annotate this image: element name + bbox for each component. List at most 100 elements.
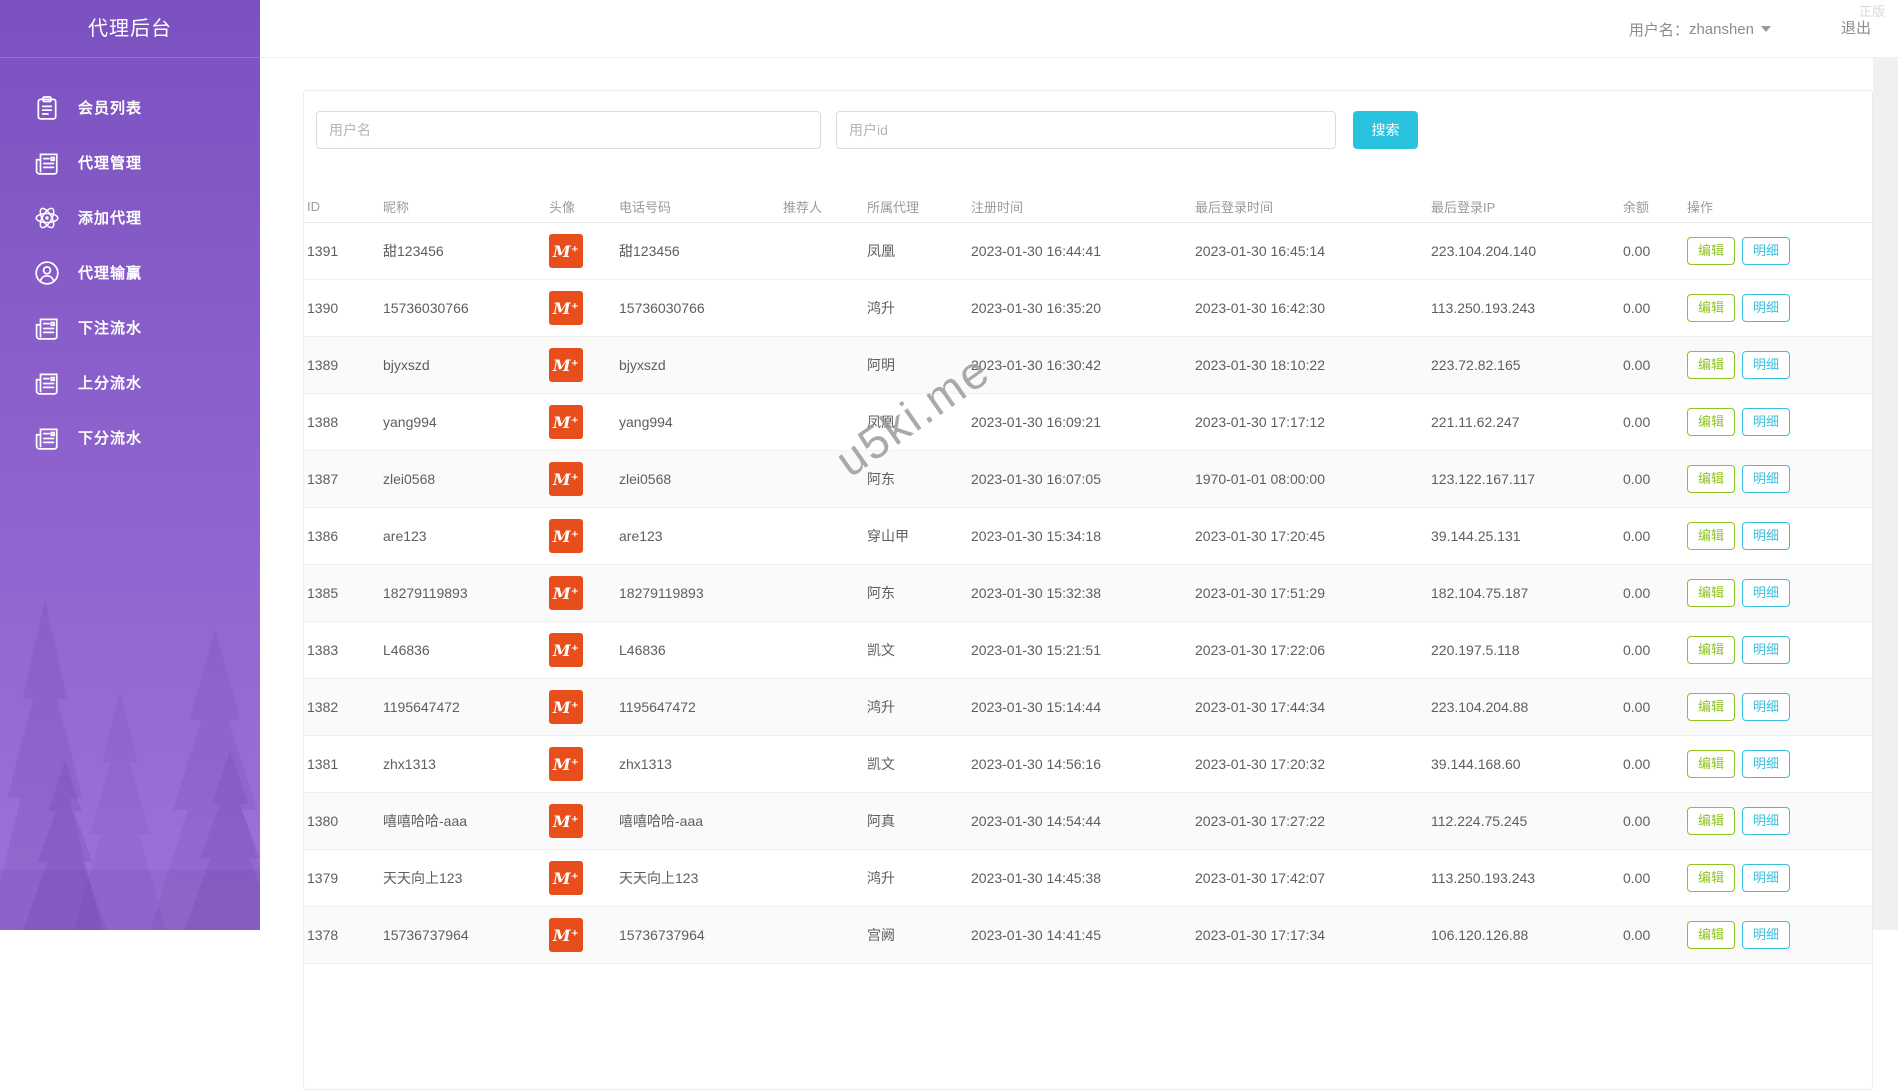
detail-button[interactable]: 明细 [1742, 807, 1790, 835]
cell-balance: 0.00 [1623, 357, 1687, 373]
cell-id: 1381 [307, 756, 383, 772]
edit-button[interactable]: 编辑 [1687, 807, 1735, 835]
detail-button[interactable]: 明细 [1742, 522, 1790, 550]
search-button[interactable]: 搜索 [1353, 111, 1418, 149]
cell-avatar: M⁺ [549, 804, 619, 838]
cell-balance: 0.00 [1623, 414, 1687, 430]
cell-nickname: 15736737964 [383, 927, 549, 943]
search-username-input[interactable] [316, 111, 821, 149]
cell-avatar: M⁺ [549, 576, 619, 610]
edit-button[interactable]: 编辑 [1687, 636, 1735, 664]
detail-button[interactable]: 明细 [1742, 351, 1790, 379]
sidebar-item-3[interactable]: 添加代理 [0, 190, 260, 245]
sidebar-item-7[interactable]: 下分流水 [0, 410, 260, 465]
detail-button[interactable]: 明细 [1742, 750, 1790, 778]
column-header: 注册时间 [971, 197, 1195, 216]
avatar: M⁺ [549, 861, 583, 895]
edit-button[interactable]: 编辑 [1687, 750, 1735, 778]
user-circle-icon [34, 260, 60, 286]
cell-balance: 0.00 [1623, 927, 1687, 943]
cell-ip: 220.197.5.118 [1431, 642, 1623, 658]
avatar: M⁺ [549, 633, 583, 667]
detail-button[interactable]: 明细 [1742, 921, 1790, 949]
avatar: M⁺ [549, 918, 583, 952]
scrollbar-track[interactable] [1873, 58, 1898, 930]
column-header: 最后登录时间 [1195, 197, 1431, 216]
detail-button[interactable]: 明细 [1742, 237, 1790, 265]
detail-button[interactable]: 明细 [1742, 864, 1790, 892]
detail-button[interactable]: 明细 [1742, 465, 1790, 493]
sidebar-menu: 会员列表代理管理添加代理代理输赢下注流水上分流水下分流水 [0, 80, 260, 465]
cell-avatar: M⁺ [549, 348, 619, 382]
cell-reg-time: 2023-01-30 16:09:21 [971, 414, 1195, 430]
tree-silhouette [170, 750, 260, 930]
tree-silhouette [10, 760, 120, 930]
cell-nickname: yang994 [383, 414, 549, 430]
table-row: 139015736030766M⁺15736030766鸿升2023-01-30… [304, 280, 1872, 337]
sidebar-item-label: 上分流水 [78, 372, 142, 393]
cell-reg-time: 2023-01-30 16:35:20 [971, 300, 1195, 316]
detail-button[interactable]: 明细 [1742, 579, 1790, 607]
column-header: 最后登录IP [1431, 197, 1623, 216]
cell-reg-time: 2023-01-30 15:32:38 [971, 585, 1195, 601]
cell-last-login: 2023-01-30 17:20:32 [1195, 756, 1431, 772]
cell-nickname: 甜123456 [383, 241, 549, 261]
cell-balance: 0.00 [1623, 813, 1687, 829]
sidebar-item-label: 会员列表 [78, 97, 142, 118]
cell-nickname: bjyxszd [383, 357, 549, 373]
username-dropdown[interactable]: 用户名： zhanshen [1629, 0, 1771, 58]
detail-button[interactable]: 明细 [1742, 294, 1790, 322]
cell-last-login: 2023-01-30 17:17:34 [1195, 927, 1431, 943]
edit-button[interactable]: 编辑 [1687, 408, 1735, 436]
sidebar-item-1[interactable]: 会员列表 [0, 80, 260, 135]
cell-nickname: zhx1313 [383, 756, 549, 772]
cell-last-login: 2023-01-30 17:22:06 [1195, 642, 1431, 658]
edit-button[interactable]: 编辑 [1687, 237, 1735, 265]
edit-button[interactable]: 编辑 [1687, 693, 1735, 721]
detail-button[interactable]: 明细 [1742, 693, 1790, 721]
table-row: 137815736737964M⁺15736737964宫阙2023-01-30… [304, 907, 1872, 964]
sidebar-item-2[interactable]: 代理管理 [0, 135, 260, 190]
cell-ip: 223.104.204.88 [1431, 699, 1623, 715]
edit-button[interactable]: 编辑 [1687, 465, 1735, 493]
newspaper-icon [34, 370, 60, 396]
table-row: 1387zlei0568M⁺zlei0568阿东2023-01-30 16:07… [304, 451, 1872, 508]
edit-button[interactable]: 编辑 [1687, 351, 1735, 379]
cell-last-login: 2023-01-30 18:10:22 [1195, 357, 1431, 373]
cell-agent: 阿东 [867, 583, 971, 603]
search-userid-input[interactable] [836, 111, 1336, 149]
chevron-down-icon [1761, 26, 1771, 32]
cell-avatar: M⁺ [549, 633, 619, 667]
cell-balance: 0.00 [1623, 585, 1687, 601]
logout-button[interactable]: 退出 [1841, 0, 1871, 58]
cell-balance: 0.00 [1623, 756, 1687, 772]
column-header: 推荐人 [783, 197, 867, 216]
cell-balance: 0.00 [1623, 642, 1687, 658]
cell-ip: 221.11.62.247 [1431, 414, 1623, 430]
detail-button[interactable]: 明细 [1742, 636, 1790, 664]
cell-id: 1380 [307, 813, 383, 829]
sidebar-item-4[interactable]: 代理输赢 [0, 245, 260, 300]
edit-button[interactable]: 编辑 [1687, 522, 1735, 550]
content-card: 搜索 ID昵称头像电话号码推荐人所属代理注册时间最后登录时间最后登录IP余额操作… [303, 90, 1873, 1090]
edit-button[interactable]: 编辑 [1687, 921, 1735, 949]
detail-button[interactable]: 明细 [1742, 408, 1790, 436]
sidebar-item-label: 下注流水 [78, 317, 142, 338]
member-table: ID昵称头像电话号码推荐人所属代理注册时间最后登录时间最后登录IP余额操作 13… [304, 191, 1872, 964]
cell-actions: 编辑明细 [1687, 465, 1872, 493]
cell-reg-time: 2023-01-30 16:30:42 [971, 357, 1195, 373]
cell-actions: 编辑明细 [1687, 351, 1872, 379]
edit-button[interactable]: 编辑 [1687, 294, 1735, 322]
edit-button[interactable]: 编辑 [1687, 864, 1735, 892]
cell-nickname: 15736030766 [383, 300, 549, 316]
sidebar-item-5[interactable]: 下注流水 [0, 300, 260, 355]
cell-last-login: 1970-01-01 08:00:00 [1195, 471, 1431, 487]
cell-ip: 39.144.168.60 [1431, 756, 1623, 772]
sidebar-item-6[interactable]: 上分流水 [0, 355, 260, 410]
edit-button[interactable]: 编辑 [1687, 579, 1735, 607]
cell-id: 1391 [307, 243, 383, 259]
cell-avatar: M⁺ [549, 519, 619, 553]
cell-reg-time: 2023-01-30 15:14:44 [971, 699, 1195, 715]
cell-nickname: are123 [383, 528, 549, 544]
cell-reg-time: 2023-01-30 14:54:44 [971, 813, 1195, 829]
